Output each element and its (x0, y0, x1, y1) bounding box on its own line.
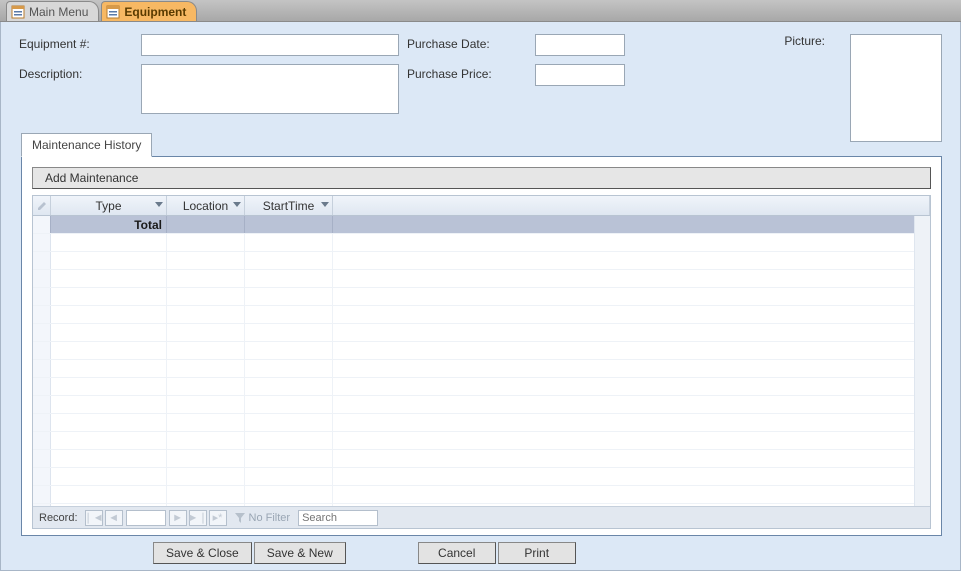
total-cell (167, 216, 245, 233)
tab-maintenance-history[interactable]: Maintenance History (21, 133, 152, 157)
table-row[interactable] (33, 468, 930, 486)
table-row[interactable] (33, 306, 930, 324)
table-row[interactable] (33, 396, 930, 414)
col-spacer (333, 196, 930, 215)
chevron-down-icon (321, 202, 329, 207)
table-row[interactable] (33, 486, 930, 504)
header-fields: Equipment #: Purchase Date: Description:… (1, 22, 960, 128)
record-number-input[interactable] (126, 510, 166, 526)
maintenance-grid: Type Location StartTime Total (32, 195, 931, 529)
tab-equipment[interactable]: Equipment (101, 1, 197, 21)
table-row[interactable] (33, 324, 930, 342)
purchase-date-input[interactable] (535, 34, 625, 56)
add-maintenance-button[interactable]: Add Maintenance (32, 167, 931, 189)
row-selector-header[interactable] (33, 196, 51, 215)
filter-toggle[interactable]: No Filter (234, 512, 291, 524)
save-new-button[interactable]: Save & New (254, 542, 346, 564)
pencil-icon (37, 201, 47, 211)
nav-last-button[interactable]: ►❘ (189, 510, 207, 526)
table-row[interactable] (33, 234, 930, 252)
print-button[interactable]: Print (498, 542, 576, 564)
form-body: Equipment #: Purchase Date: Description:… (0, 22, 961, 571)
tab-label: Main Menu (29, 5, 88, 19)
col-type[interactable]: Type (51, 196, 167, 215)
picture-box[interactable] (850, 34, 942, 142)
col-label: Type (95, 199, 121, 213)
table-row[interactable] (33, 450, 930, 468)
description-input[interactable] (141, 64, 399, 114)
nav-first-button[interactable]: ❘◄ (85, 510, 103, 526)
label-equipment-no: Equipment #: (19, 34, 141, 51)
col-starttime[interactable]: StartTime (245, 196, 333, 215)
table-row[interactable] (33, 432, 930, 450)
table-row[interactable] (33, 342, 930, 360)
col-location[interactable]: Location (167, 196, 245, 215)
table-row[interactable] (33, 288, 930, 306)
nav-new-button[interactable]: ▸* (209, 510, 227, 526)
table-row[interactable] (33, 270, 930, 288)
vertical-scrollbar[interactable] (914, 216, 930, 506)
table-row[interactable] (33, 414, 930, 432)
label-picture: Picture: (784, 34, 825, 48)
maintenance-section: Maintenance History Add Maintenance Type… (21, 132, 942, 534)
chevron-down-icon (233, 202, 241, 207)
label-description: Description: (19, 64, 141, 81)
record-label: Record: (33, 512, 84, 524)
window-tabstrip: Main Menu Equipment (0, 0, 961, 22)
tab-label: Equipment (124, 5, 186, 19)
form-icon (106, 5, 120, 19)
label-purchase-price: Purchase Price: (407, 64, 535, 81)
filter-label: No Filter (249, 512, 291, 524)
tab-main-menu[interactable]: Main Menu (6, 1, 99, 21)
row-selector[interactable] (33, 216, 51, 233)
total-row: Total (33, 216, 930, 234)
save-close-button[interactable]: Save & Close (153, 542, 252, 564)
equipment-no-input[interactable] (141, 34, 399, 56)
nav-next-button[interactable]: ► (169, 510, 187, 526)
maintenance-body: Add Maintenance Type Location StartTime … (21, 156, 942, 536)
total-label-cell: Total (51, 216, 167, 233)
grid-header: Type Location StartTime (33, 196, 930, 216)
table-row[interactable] (33, 360, 930, 378)
form-icon (11, 5, 25, 19)
funnel-icon (234, 512, 246, 524)
nav-prev-button[interactable]: ◄ (105, 510, 123, 526)
total-cell (333, 216, 930, 233)
cancel-button[interactable]: Cancel (418, 542, 496, 564)
total-cell (245, 216, 333, 233)
label-purchase-date: Purchase Date: (407, 34, 535, 51)
col-label: StartTime (263, 199, 315, 213)
footer-buttons: Save & Close Save & New Cancel Print (1, 542, 960, 564)
record-navigator: Record: ❘◄ ◄ ► ►❘ ▸* No Filter (33, 506, 930, 528)
purchase-price-input[interactable] (535, 64, 625, 86)
chevron-down-icon (155, 202, 163, 207)
table-row[interactable] (33, 378, 930, 396)
search-input[interactable] (298, 510, 378, 526)
table-row[interactable] (33, 252, 930, 270)
col-label: Location (183, 199, 228, 213)
grid-body[interactable]: Total (33, 216, 930, 506)
